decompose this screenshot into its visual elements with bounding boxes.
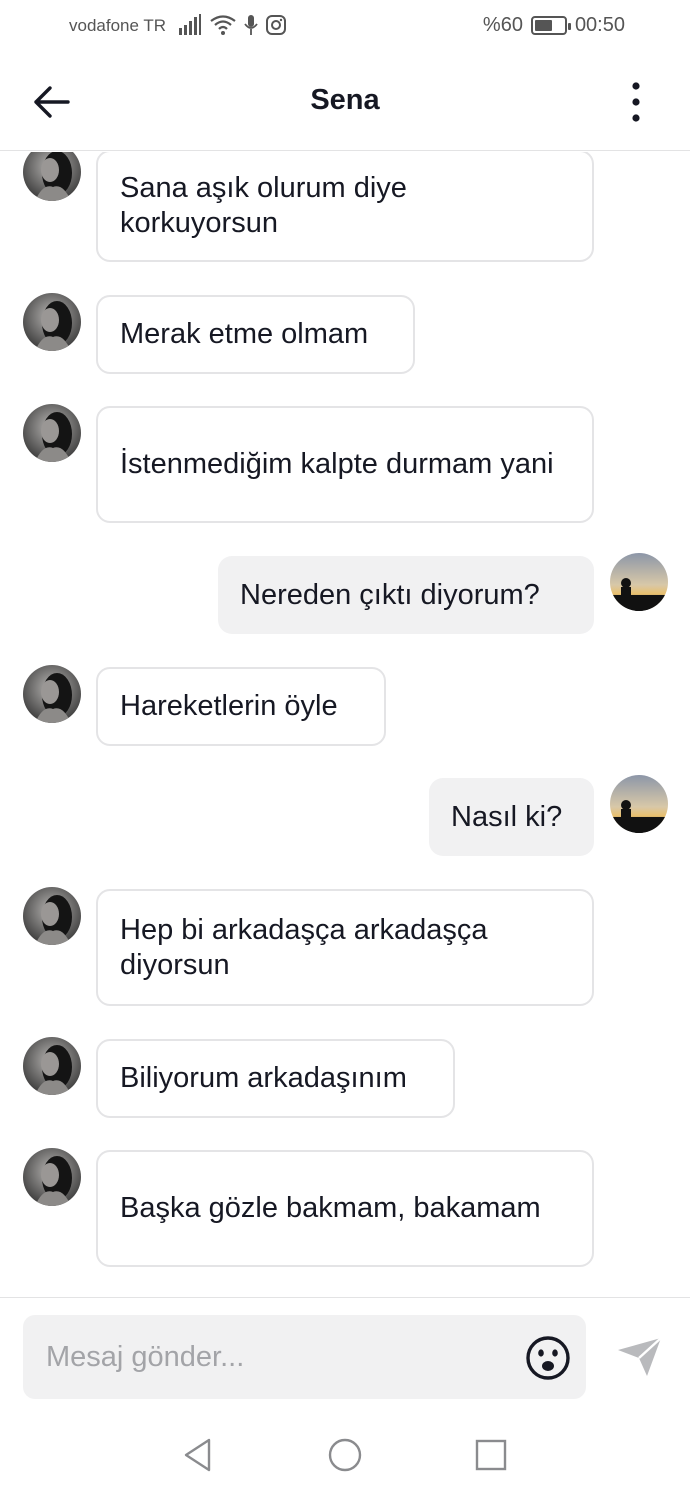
message-bubble[interactable]: Nereden çıktı diyorum? [218, 556, 594, 634]
message-bubble[interactable]: Biliyorum arkadaşınım [96, 1039, 455, 1118]
user-avatar[interactable] [610, 775, 668, 833]
contact-avatar[interactable] [23, 404, 81, 462]
contact-avatar[interactable] [23, 665, 81, 723]
status-right: %60 00:50 [483, 14, 625, 37]
emoji-icon [526, 1336, 570, 1380]
contact-avatar[interactable] [23, 293, 81, 351]
message-text: Sana aşık olurum diye korkuyorsun [120, 172, 407, 239]
contact-avatar[interactable] [23, 1148, 81, 1206]
status-icons [178, 14, 286, 36]
message-input-container[interactable] [23, 1315, 586, 1399]
nav-recents-icon [475, 1439, 507, 1471]
contact-avatar[interactable] [23, 887, 81, 945]
carrier-name: vodafone TR [69, 16, 167, 35]
more-options-button[interactable] [620, 80, 652, 124]
nav-recents-button[interactable] [471, 1435, 511, 1475]
contact-avatar[interactable] [23, 152, 81, 201]
nav-back-button[interactable] [178, 1435, 218, 1475]
message-text: Nereden çıktı diyorum? [240, 578, 540, 611]
user-avatar[interactable] [610, 553, 668, 611]
wifi-icon [210, 15, 236, 35]
microphone-icon [244, 15, 258, 35]
battery-percent: %60 [482, 14, 523, 36]
instagram-icon [266, 15, 286, 35]
message-bubble[interactable]: Merak etme olmam [96, 295, 415, 374]
message-bubble[interactable]: Sana aşık olurum diye korkuyorsun [96, 152, 594, 262]
message-bubble[interactable]: Hep bi arkadaşça arkadaşça diyorsun [96, 889, 594, 1006]
message-input[interactable] [23, 1315, 503, 1399]
send-button[interactable] [615, 1336, 665, 1380]
nav-home-icon [328, 1438, 362, 1472]
message-list[interactable]: Sana aşık olurum diye korkuyorsun Merak … [0, 152, 690, 1297]
clock: 00:50 [574, 14, 625, 36]
chat-title: Sena [310, 84, 380, 116]
message-bubble[interactable]: Başka gözle bakmam, bakamam [96, 1150, 594, 1267]
signal-icon [179, 14, 201, 35]
message-text: Merak etme olmam [120, 318, 369, 350]
battery-icon [530, 16, 571, 35]
message-text: Hareketlerin öyle [120, 690, 338, 722]
message-text: İstenmediğim kalpte durmam yani [120, 448, 554, 480]
chat-header: Sena [0, 54, 690, 151]
nav-home-button[interactable] [325, 1435, 365, 1475]
message-text: Hep bi arkadaşça arkadaşça diyorsun [120, 913, 488, 981]
message-bubble[interactable]: Hareketlerin öyle [96, 667, 386, 746]
emoji-button[interactable] [525, 1335, 571, 1381]
composer-bar [0, 1297, 690, 1415]
message-bubble[interactable]: Nasıl ki? [429, 778, 594, 856]
message-text: Biliyorum arkadaşınım [120, 1062, 407, 1094]
message-bubble[interactable]: İstenmediğim kalpte durmam yani [96, 406, 594, 523]
nav-back-icon [184, 1438, 211, 1472]
battery-fill [534, 20, 552, 31]
system-nav-bar [0, 1415, 690, 1495]
status-bar: vodafone TR %60 00:50 [0, 0, 690, 54]
send-icon [618, 1337, 662, 1376]
message-text: Nasıl ki? [451, 800, 563, 833]
more-vertical-icon [632, 82, 640, 122]
message-text: Başka gözle bakmam, bakamam [120, 1192, 541, 1224]
contact-avatar[interactable] [23, 1037, 81, 1095]
